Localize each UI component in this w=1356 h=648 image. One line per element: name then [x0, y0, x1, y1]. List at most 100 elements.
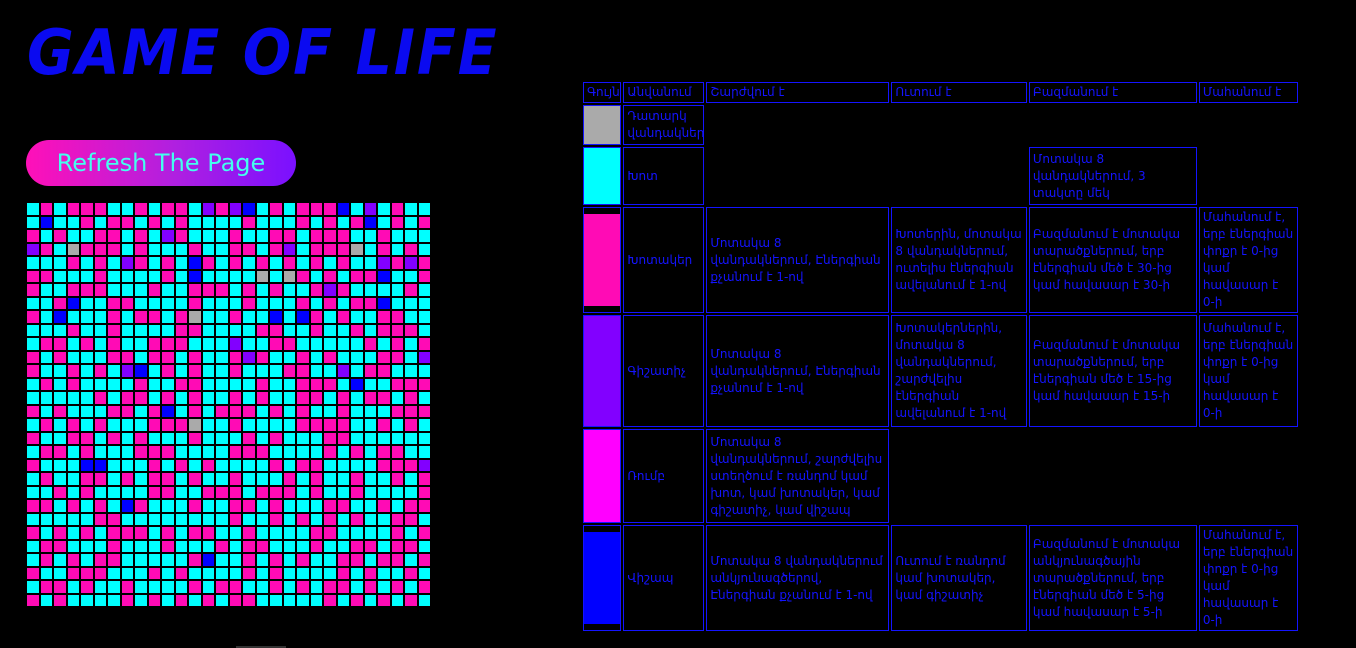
board-cell — [174, 269, 188, 283]
board-cell — [390, 499, 404, 513]
board-cell — [404, 229, 418, 243]
refresh-button[interactable]: Refresh The Page — [26, 140, 296, 186]
board-cell — [147, 202, 161, 216]
board-cell — [309, 391, 323, 405]
board-cell — [269, 323, 283, 337]
board-cell — [336, 404, 350, 418]
swatch-cell — [583, 105, 622, 145]
board-cell — [93, 350, 107, 364]
board-cell — [26, 404, 40, 418]
board-cell — [390, 418, 404, 432]
board-cell — [404, 566, 418, 580]
board-cell — [323, 526, 337, 540]
board-cell — [417, 580, 431, 594]
board-cell — [377, 593, 391, 607]
board-cell — [228, 391, 242, 405]
board-cell — [363, 445, 377, 459]
board-cell — [336, 215, 350, 229]
board-cell — [309, 323, 323, 337]
board-cell — [107, 391, 121, 405]
board-cell — [201, 593, 215, 607]
board-cell — [120, 323, 134, 337]
empty-cell — [1199, 147, 1298, 205]
board-cell — [269, 283, 283, 297]
board-cell — [53, 445, 67, 459]
board-cell — [417, 566, 431, 580]
board-cell — [390, 215, 404, 229]
board-cell — [309, 472, 323, 486]
board-cell — [174, 580, 188, 594]
board-cell — [269, 512, 283, 526]
board-cell — [242, 242, 256, 256]
board-cell — [26, 215, 40, 229]
board-cell — [215, 377, 229, 391]
board-cell — [296, 431, 310, 445]
board-cell — [26, 458, 40, 472]
board-cell — [255, 418, 269, 432]
board-cell — [188, 229, 202, 243]
board-cell — [350, 553, 364, 567]
board-cell — [390, 296, 404, 310]
board-cell — [404, 526, 418, 540]
board-cell — [228, 404, 242, 418]
board-cell — [363, 512, 377, 526]
board-cell — [296, 337, 310, 351]
board-cell — [147, 512, 161, 526]
board-cell — [66, 256, 80, 270]
board-cell — [228, 323, 242, 337]
board-cell — [80, 256, 94, 270]
board-cell — [147, 472, 161, 486]
board-cell — [53, 350, 67, 364]
board-cell — [363, 391, 377, 405]
board-cell — [404, 431, 418, 445]
board-cell — [282, 404, 296, 418]
board-cell — [269, 269, 283, 283]
board-cell — [120, 566, 134, 580]
board-cell — [377, 283, 391, 297]
board-cell — [174, 391, 188, 405]
board-cell — [242, 593, 256, 607]
board-cell — [336, 431, 350, 445]
board-cell — [134, 593, 148, 607]
board-cell — [350, 431, 364, 445]
board-cell — [66, 269, 80, 283]
board-cell — [242, 323, 256, 337]
board-cell — [215, 296, 229, 310]
board-cell — [174, 202, 188, 216]
legend-row-grass: Խոտ Մոտակա 8 վանդակներում, 3 տակտը մեկ — [583, 147, 1298, 205]
board-cell — [336, 566, 350, 580]
board-cell — [309, 404, 323, 418]
board-cell — [174, 229, 188, 243]
board-cell — [80, 431, 94, 445]
board-cell — [174, 445, 188, 459]
board-cell — [377, 350, 391, 364]
board-cell — [215, 539, 229, 553]
board-cell — [188, 337, 202, 351]
board-cell — [107, 269, 121, 283]
board-cell — [93, 526, 107, 540]
board-cell — [107, 526, 121, 540]
board-cell — [147, 337, 161, 351]
board-cell — [242, 377, 256, 391]
swatch-cell — [583, 429, 622, 523]
board-cell — [377, 310, 391, 324]
board-cell — [296, 593, 310, 607]
board-cell — [39, 350, 53, 364]
board-cell — [309, 296, 323, 310]
board-cell — [39, 512, 53, 526]
board-cell — [228, 310, 242, 324]
board-cell — [215, 512, 229, 526]
board-cell — [296, 323, 310, 337]
board-cell — [417, 418, 431, 432]
board-cell — [390, 229, 404, 243]
board-cell — [363, 337, 377, 351]
board-cell — [93, 539, 107, 553]
board-cell — [147, 566, 161, 580]
board-cell — [336, 539, 350, 553]
board-cell — [134, 391, 148, 405]
board-cell — [215, 269, 229, 283]
board-cell — [390, 566, 404, 580]
board-cell — [134, 283, 148, 297]
board-cell — [255, 296, 269, 310]
board-cell — [39, 580, 53, 594]
